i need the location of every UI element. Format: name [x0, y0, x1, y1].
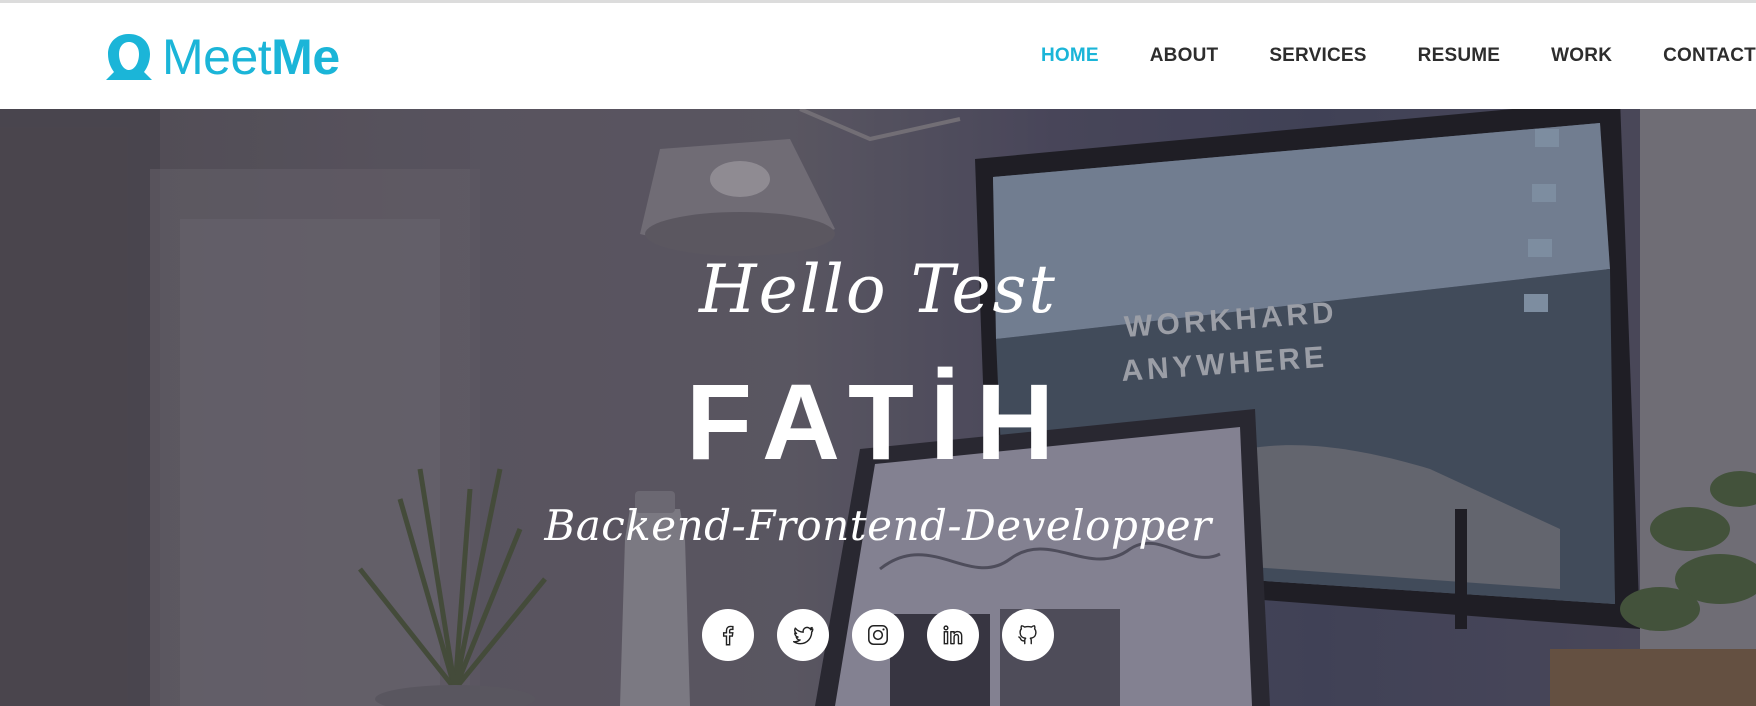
- linkedin-icon: [943, 625, 963, 645]
- hero-name: FATİH: [686, 361, 1070, 482]
- facebook-link[interactable]: [702, 609, 754, 661]
- twitter-icon: [792, 626, 814, 645]
- brand-name: MeetMe: [162, 29, 340, 85]
- nav-resume[interactable]: RESUME: [1418, 45, 1501, 67]
- nav-contact[interactable]: CONTACT: [1663, 45, 1756, 67]
- site-header: MeetMe HOME ABOUT SERVICES RESUME WORK C…: [0, 3, 1756, 109]
- instagram-icon: [868, 625, 888, 645]
- nav-about[interactable]: ABOUT: [1150, 45, 1219, 67]
- nav-services[interactable]: SERVICES: [1269, 45, 1366, 67]
- instagram-link[interactable]: [852, 609, 904, 661]
- github-icon: [1018, 625, 1037, 645]
- main-nav: HOME ABOUT SERVICES RESUME WORK CONTACT: [990, 3, 1756, 109]
- facebook-icon: [722, 625, 734, 646]
- nav-work[interactable]: WORK: [1551, 45, 1612, 67]
- twitter-link[interactable]: [777, 609, 829, 661]
- social-links: [0, 609, 1756, 661]
- user-silhouette-icon: [106, 34, 152, 80]
- linkedin-link[interactable]: [927, 609, 979, 661]
- hero-role: Backend-Frontend-Developper: [544, 501, 1212, 550]
- hero-greeting: Hello Test: [699, 251, 1057, 328]
- github-link[interactable]: [1002, 609, 1054, 661]
- hero-section: WORKHARD ANYWHERE Hello Test FATİH Backe…: [0, 109, 1756, 706]
- brand-logo[interactable]: MeetMe: [102, 27, 340, 87]
- nav-home[interactable]: HOME: [1041, 45, 1099, 67]
